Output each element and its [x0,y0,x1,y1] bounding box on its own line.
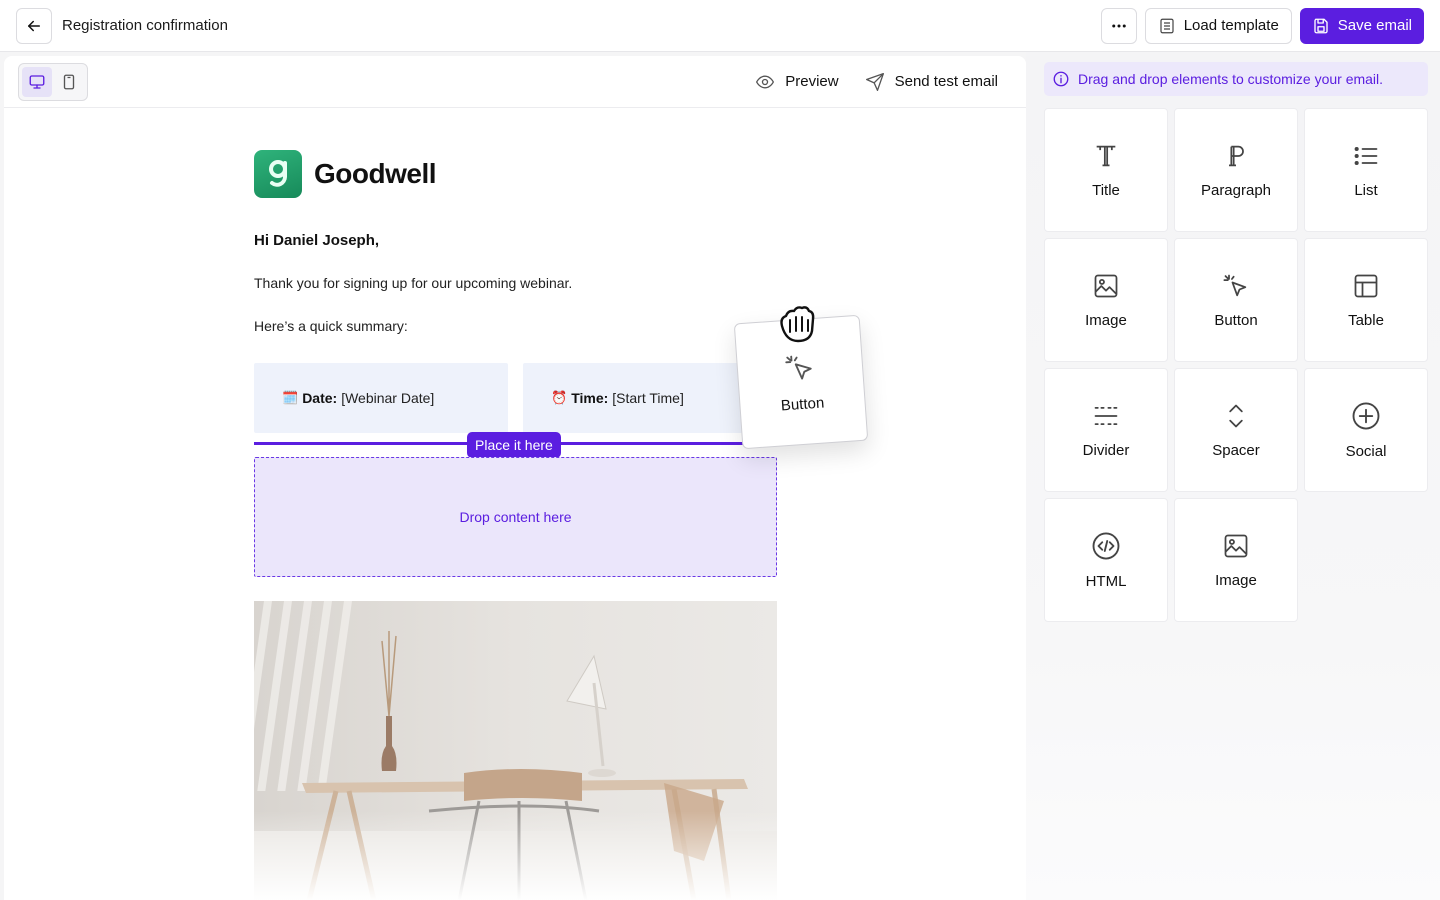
summary-intro-paragraph[interactable]: Here’s a quick summary: [254,318,777,334]
hero-image[interactable] [254,601,777,900]
elements-panel: Drag and drop elements to customize your… [1026,52,1440,900]
paragraph-icon [1229,145,1244,166]
goodwell-logo-icon [254,150,302,198]
back-button[interactable] [16,7,52,44]
template-icon [1160,18,1174,33]
send-test-email-button[interactable]: Send test email [865,72,998,92]
page-title: Registration confirmation [62,17,228,34]
desktop-icon [29,74,45,89]
element-label: Spacer [1212,441,1260,459]
send-icon [865,72,884,91]
code-icon [1092,532,1120,559]
mobile-view-button[interactable] [54,67,84,97]
intro-paragraph[interactable]: Thank you for signing up for our upcomin… [254,275,777,291]
ghost-label: Button [780,393,825,414]
element-label: Paragraph [1200,181,1272,199]
save-icon [1314,18,1328,33]
summary-row: 🗓️ Date: [Webinar Date] ⏰ Time: [Start T… [254,363,777,433]
brand-header: Goodwell [254,150,777,198]
drag-hint-banner: Drag and drop elements to customize your… [1044,62,1428,96]
load-template-button[interactable]: Load template [1144,7,1292,44]
eye-icon [756,74,775,89]
time-label: Time: [571,390,609,406]
element-title[interactable]: Title [1044,108,1168,232]
preview-button[interactable]: Preview [755,72,839,92]
device-toggle [18,62,88,101]
element-divider[interactable]: Divider [1044,368,1168,492]
mobile-icon [63,74,75,89]
save-email-button[interactable]: Save email [1299,7,1424,44]
element-label: Table [1348,311,1384,329]
element-label: Title [1092,181,1120,199]
element-label: Image [1085,311,1127,329]
drop-zone-text: Drop content here [459,509,572,525]
date-value: [Webinar Date] [341,390,435,406]
info-icon [1053,71,1069,87]
plus-circle-icon [1352,402,1380,429]
element-image[interactable]: Image [1044,238,1168,362]
more-options-button[interactable] [1100,7,1137,44]
desktop-view-button[interactable] [22,66,52,97]
drop-zone[interactable]: Drop content here [254,457,777,577]
element-button[interactable]: Button [1174,238,1298,362]
summary-date-card[interactable]: 🗓️ Date: [Webinar Date] [254,363,508,433]
email-body: Goodwell Hi Daniel Joseph, Thank you for… [254,150,777,900]
spacer-icon [1229,404,1243,427]
image-icon [1094,274,1118,297]
element-html[interactable]: HTML [1044,498,1168,622]
cursor-click-icon [785,355,812,380]
time-value: [Start Time] [612,390,684,406]
arrow-left-icon [28,20,40,31]
list-icon [1354,146,1378,165]
calendar-icon: 🗓️ [282,390,299,405]
element-social[interactable]: Social [1304,368,1428,492]
drag-hint-text: Drag and drop elements to customize your… [1078,71,1384,87]
element-spacer[interactable]: Spacer [1174,368,1298,492]
element-label: Social [1345,442,1387,460]
image-icon [1224,534,1248,557]
grab-cursor-icon [774,304,818,348]
element-label: Image [1215,571,1257,589]
brand-name: Goodwell [314,158,437,189]
element-label: HTML [1085,572,1127,590]
element-label: List [1354,181,1378,199]
element-list[interactable]: List [1304,108,1428,232]
cursor-click-icon [1223,274,1247,296]
greeting-text[interactable]: Hi Daniel Joseph, [254,232,777,249]
save-email-label: Save email [1337,17,1412,34]
divider-icon [1094,406,1118,425]
send-test-email-label: Send test email [894,73,998,90]
element-paragraph[interactable]: Paragraph [1174,108,1298,232]
elements-grid: Title Paragraph List Image Button Table … [1044,108,1428,622]
element-label: Button [1214,311,1258,329]
table-icon [1354,274,1378,297]
date-label: Date: [302,390,338,406]
more-horizontal-icon [1111,24,1126,27]
top-bar: Registration confirmation Load template … [0,0,1440,52]
element-image-2[interactable]: Image [1174,498,1298,622]
place-it-here-badge: Place it here [467,432,561,458]
load-template-label: Load template [1183,17,1279,34]
title-icon [1096,145,1116,166]
canvas-toolbar: Preview Send test email [4,56,1026,108]
element-table[interactable]: Table [1304,238,1428,362]
alarm-clock-icon: ⏰ [551,390,568,405]
element-label: Divider [1082,441,1130,459]
email-canvas: Preview Send test email Goodwell Hi Dani… [4,56,1026,900]
preview-label: Preview [785,73,839,90]
